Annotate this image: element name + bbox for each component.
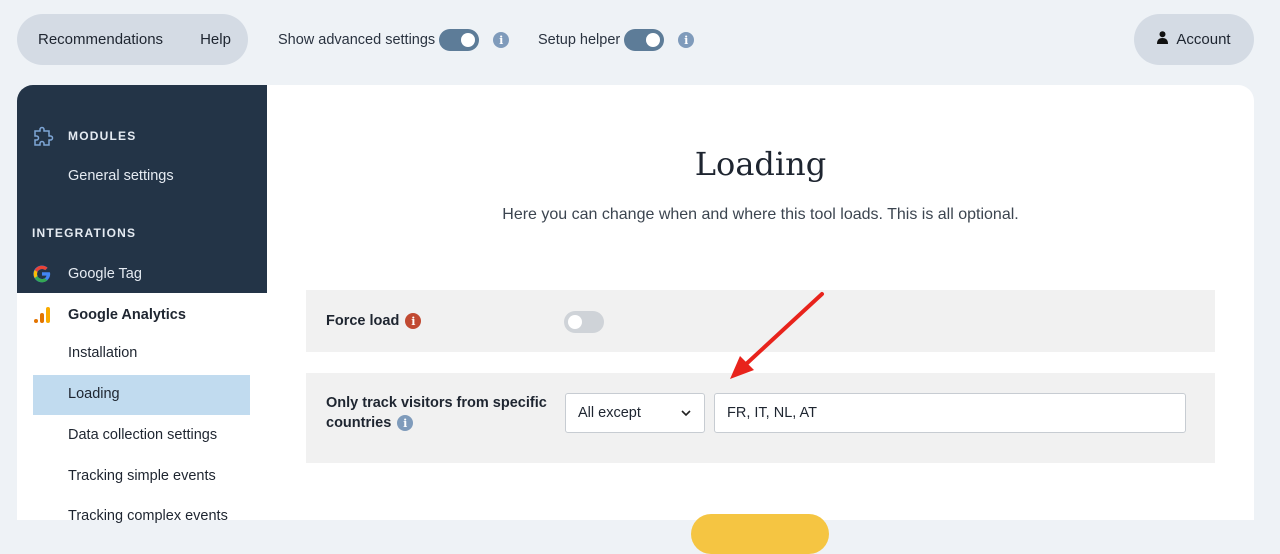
force-load-info-icon[interactable]: i — [405, 313, 422, 329]
country-mode-value: All except — [578, 405, 641, 421]
setup-helper-toggle[interactable] — [624, 29, 665, 51]
account-button[interactable]: Account — [1134, 14, 1254, 65]
setup-helper-control: Setup helper i — [538, 29, 695, 51]
person-icon — [1157, 31, 1169, 48]
analytics-bars-icon — [33, 306, 51, 324]
advanced-settings-control: Show advanced settings i — [278, 29, 510, 51]
advanced-info-icon[interactable]: i — [493, 32, 510, 48]
nav-help[interactable]: Help — [200, 31, 231, 48]
puzzle-icon — [32, 126, 54, 148]
countries-info-icon[interactable]: i — [397, 415, 414, 431]
setup-helper-info-icon[interactable]: i — [678, 32, 695, 48]
annotation-arrow-icon — [730, 292, 824, 379]
page-subtitle: Here you can change when and where this … — [502, 206, 1019, 223]
countries-label-wrap: Only track visitors from specific countr… — [326, 393, 547, 433]
sidebar-item-loading[interactable]: Loading — [68, 386, 120, 402]
sidebar-top-section — [17, 85, 267, 293]
countries-label-line2: countries — [326, 415, 392, 431]
countries-input[interactable] — [714, 393, 1186, 433]
force-load-toggle[interactable] — [564, 311, 604, 333]
sidebar-selected-highlight — [33, 375, 250, 415]
sidebar-item-complex-events[interactable]: Tracking complex events — [68, 508, 228, 524]
sidebar-item-google-analytics[interactable]: Google Analytics — [68, 307, 186, 323]
account-label: Account — [1176, 31, 1231, 48]
advanced-settings-toggle[interactable] — [439, 29, 480, 51]
advanced-settings-label: Show advanced settings — [278, 32, 436, 48]
sidebar-item-installation[interactable]: Installation — [68, 345, 137, 361]
top-nav-pill: Recommendations Help — [17, 14, 248, 65]
nav-recommendations[interactable]: Recommendations — [38, 31, 163, 48]
sidebar-integrations-heading: INTEGRATIONS — [32, 226, 137, 240]
page-title: Loading — [694, 145, 827, 183]
force-load-label: Force load — [326, 313, 400, 329]
country-mode-select[interactable]: All except — [565, 393, 705, 433]
setup-helper-label: Setup helper — [538, 32, 621, 48]
sidebar-item-simple-events[interactable]: Tracking simple events — [68, 468, 216, 484]
sidebar-item-google-tag[interactable]: Google Tag — [68, 266, 142, 282]
countries-label-line1: Only track visitors from specific — [326, 395, 547, 411]
google-g-icon — [32, 264, 52, 284]
sidebar-item-general-settings[interactable]: General settings — [68, 168, 174, 184]
sidebar-modules-heading[interactable]: MODULES — [68, 129, 136, 143]
sidebar-item-data-collection[interactable]: Data collection settings — [68, 427, 217, 443]
force-load-label-wrap: Force load i — [326, 311, 422, 331]
save-button[interactable] — [691, 514, 829, 554]
chevron-down-icon — [680, 407, 692, 423]
